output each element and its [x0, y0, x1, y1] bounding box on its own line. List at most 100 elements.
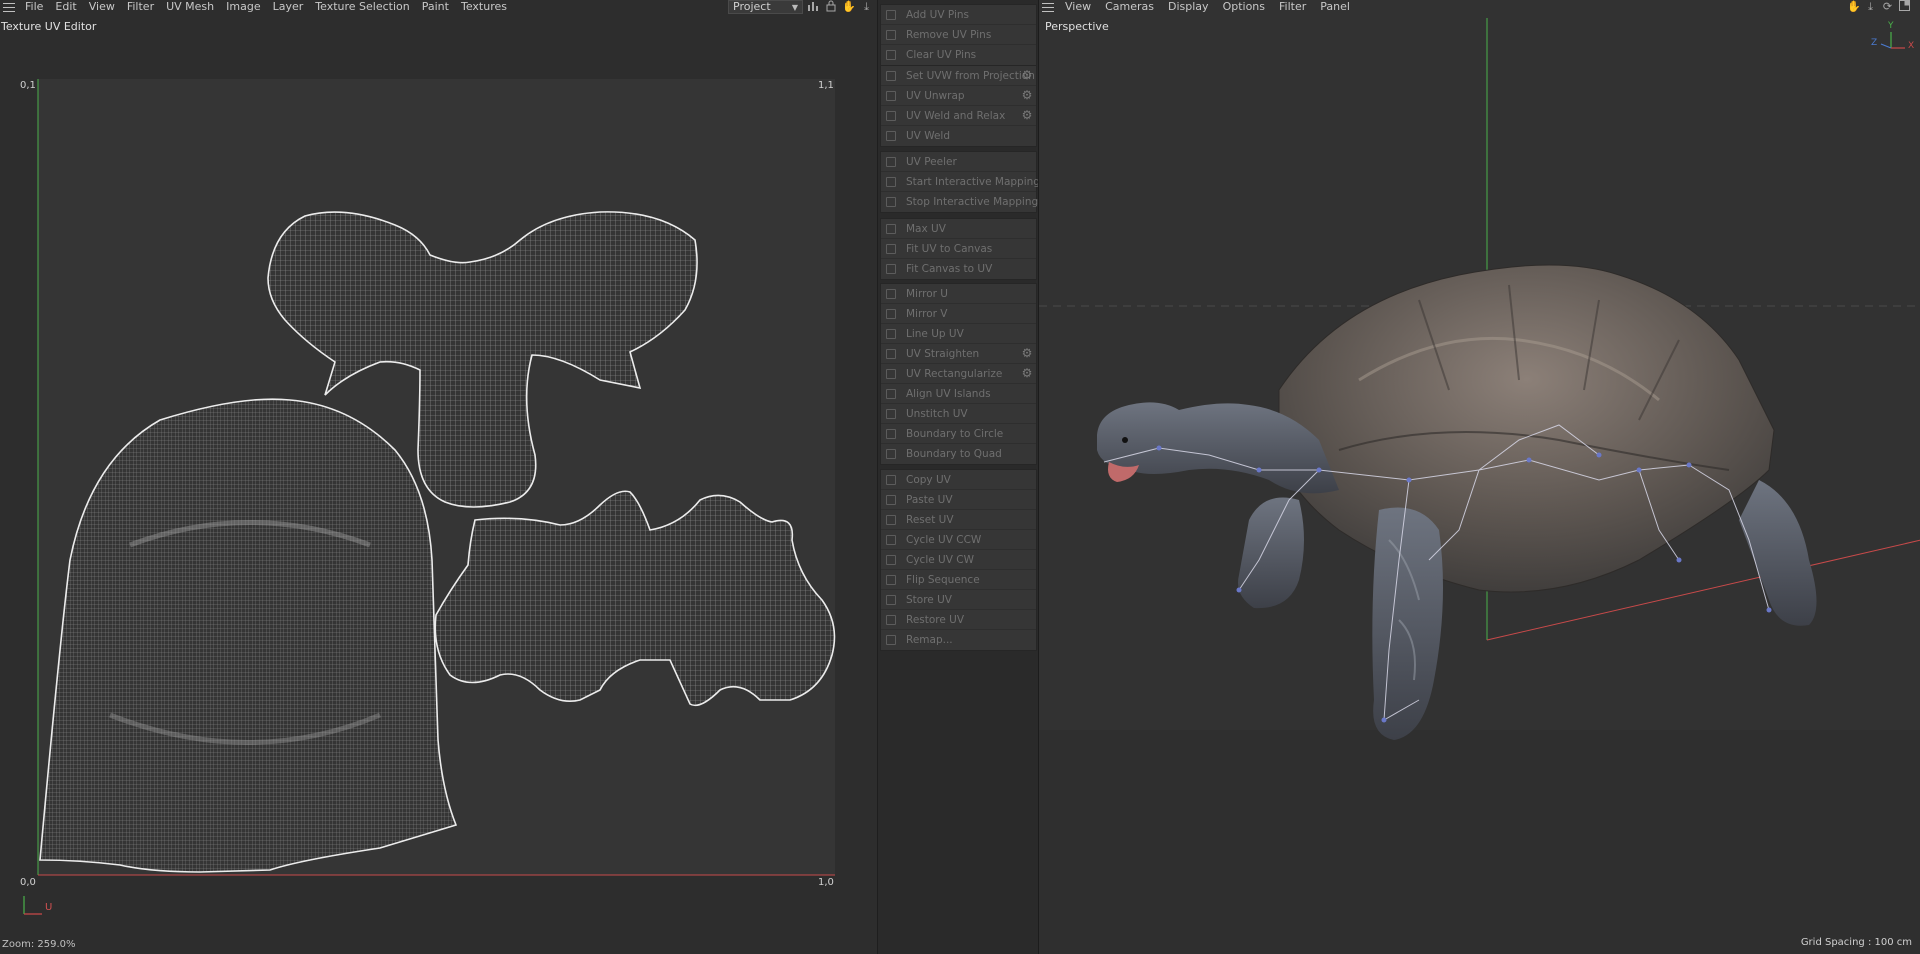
command-fit-uv-to-canvas[interactable]: Fit UV to Canvas: [881, 239, 1036, 259]
command-unstitch-uv[interactable]: Unstitch UV: [881, 404, 1036, 424]
weld-relax-icon: [886, 110, 896, 121]
command-uv-weld[interactable]: UV Weld: [881, 126, 1036, 146]
command-label: Remap...: [906, 634, 953, 646]
rotate-icon[interactable]: ⟳: [1881, 0, 1894, 13]
reset-icon: [886, 514, 896, 525]
command-boundary-to-circle[interactable]: Boundary to Circle: [881, 424, 1036, 444]
command-align-uv-islands[interactable]: Align UV Islands: [881, 384, 1036, 404]
command-group-6: Copy UV Paste UV Reset UV Cycle UV CCW Cycle…: [880, 469, 1037, 651]
uv-editor-panel: File Edit View Filter UV Mesh Image Layer Textu…: [0, 0, 877, 954]
pin-remove-icon: [886, 29, 896, 40]
flip-icon: [886, 574, 896, 585]
command-label: Boundary to Quad: [906, 448, 1002, 460]
mirror-u-icon: [886, 288, 896, 299]
command-label: Unstitch UV: [906, 407, 968, 420]
circle-icon: [886, 428, 896, 439]
panel-icon[interactable]: [1898, 0, 1911, 13]
pin-add-icon: [886, 9, 896, 20]
uv-commands-panel: Add UV Pins Remove UV Pins Clear UV Pins Se…: [877, 0, 1040, 954]
command-label: Restore UV: [906, 613, 965, 626]
fit-uv-icon: [886, 243, 896, 254]
command-reset-uv[interactable]: Reset UV: [881, 510, 1036, 530]
quad-icon: [886, 449, 896, 459]
command-label: Start Interactive Mapping: [906, 175, 1040, 188]
projection-icon: [886, 70, 896, 81]
command-uv-straighten[interactable]: UV Straighten ⚙: [881, 344, 1036, 364]
uv-corner-top-left: 0,1: [20, 80, 36, 91]
store-icon: [886, 594, 896, 605]
copy-icon: [886, 474, 896, 485]
grid-spacing-readout: Grid Spacing : 100 cm: [1800, 937, 1912, 948]
perspective-viewport[interactable]: View Cameras Display Options Filter Panel Per…: [1038, 0, 1920, 954]
command-label: UV Peeler: [906, 155, 957, 168]
command-fit-canvas-to-uv[interactable]: Fit Canvas to UV: [881, 259, 1036, 279]
gear-icon[interactable]: ⚙: [1021, 109, 1033, 121]
command-add-uv-pins[interactable]: Add UV Pins: [881, 5, 1036, 25]
command-label: Add UV Pins: [906, 8, 970, 21]
command-group-1: Add UV Pins Remove UV Pins Clear UV Pins: [880, 4, 1037, 66]
command-group-3: UV Peeler Start Interactive Mapping Stop I…: [880, 151, 1040, 213]
tortoise-model: [1097, 264, 1817, 740]
command-cycle-uv-cw[interactable]: Cycle UV CW: [881, 550, 1036, 570]
u-axis-label: U: [45, 902, 53, 913]
command-label: Reset UV: [906, 513, 954, 526]
command-label: Line Up UV: [906, 327, 964, 340]
command-group-5: Mirror U Mirror V Line Up UV UV Straighten ⚙…: [880, 283, 1037, 465]
command-remap[interactable]: Remap...: [881, 630, 1036, 650]
command-store-uv[interactable]: Store UV: [881, 590, 1036, 610]
command-uv-peeler[interactable]: UV Peeler: [881, 152, 1036, 172]
zoom-readout: Zoom: 259.0%: [2, 939, 76, 950]
command-label: Clear UV Pins: [906, 49, 977, 61]
command-paste-uv[interactable]: Paste UV: [881, 490, 1036, 510]
ccw-icon: [886, 534, 896, 545]
command-group-2: Set UVW from Projection ⚙ UV Unwrap ⚙ UV Wel…: [880, 65, 1037, 147]
cw-icon: [886, 554, 896, 565]
gear-icon[interactable]: ⚙: [1021, 367, 1033, 379]
axis-gizmo: [1880, 32, 1905, 49]
rectangularize-icon: [886, 368, 896, 379]
command-mirror-v[interactable]: Mirror V: [881, 304, 1036, 324]
command-label: Paste UV: [906, 493, 953, 506]
gear-icon[interactable]: ⚙: [1021, 69, 1033, 81]
command-max-uv[interactable]: Max UV: [881, 219, 1036, 239]
command-restore-uv[interactable]: Restore UV: [881, 610, 1036, 630]
command-label: UV Straighten: [906, 347, 980, 360]
mirror-v-icon: [886, 308, 896, 319]
hand-icon[interactable]: ✋: [1847, 0, 1861, 13]
command-clear-uv-pins[interactable]: Clear UV Pins: [881, 45, 1036, 65]
command-copy-uv[interactable]: Copy UV: [881, 470, 1036, 490]
command-label: Cycle UV CCW: [906, 533, 982, 546]
command-line-up-uv[interactable]: Line Up UV: [881, 324, 1036, 344]
uv-mesh-overlay: [37, 79, 836, 876]
command-label: Fit Canvas to UV: [906, 263, 993, 275]
command-cycle-uv-ccw[interactable]: Cycle UV CCW: [881, 530, 1036, 550]
gear-icon[interactable]: ⚙: [1021, 89, 1033, 101]
command-uv-rectangularize[interactable]: UV Rectangularize ⚙: [881, 364, 1036, 384]
command-uv-unwrap[interactable]: UV Unwrap ⚙: [881, 86, 1036, 106]
command-label: Cycle UV CW: [906, 553, 974, 566]
command-boundary-to-quad[interactable]: Boundary to Quad: [881, 444, 1036, 464]
command-label: Copy UV: [906, 473, 951, 486]
uv-island-plastron: [434, 490, 836, 707]
stop-icon: [886, 197, 896, 207]
play-icon: [886, 176, 896, 187]
lineup-icon: [886, 328, 896, 339]
uv-corner-bottom-left: 0,0: [20, 877, 36, 888]
command-label: Stop Interactive Mapping: [906, 196, 1039, 208]
command-label: Store UV: [906, 593, 952, 606]
command-remove-uv-pins[interactable]: Remove UV Pins: [881, 25, 1036, 45]
command-start-interactive-mapping[interactable]: Start Interactive Mapping: [881, 172, 1040, 192]
gear-icon[interactable]: ⚙: [1021, 347, 1033, 359]
command-uv-weld-and-relax[interactable]: UV Weld and Relax ⚙: [881, 106, 1036, 126]
max-icon: [886, 223, 896, 234]
command-flip-sequence[interactable]: Flip Sequence: [881, 570, 1036, 590]
command-label: Mirror U: [906, 287, 948, 300]
command-stop-interactive-mapping[interactable]: Stop Interactive Mapping: [881, 192, 1039, 212]
align-icon: [886, 388, 896, 399]
command-set-uvw-from-projection[interactable]: Set UVW from Projection ⚙: [881, 66, 1036, 86]
command-label: UV Weld and Relax: [906, 109, 1006, 122]
command-mirror-u[interactable]: Mirror U: [881, 284, 1036, 304]
clear-icon: [886, 50, 896, 60]
move-down-icon[interactable]: ⤓: [1864, 0, 1877, 13]
paste-icon: [886, 494, 896, 505]
